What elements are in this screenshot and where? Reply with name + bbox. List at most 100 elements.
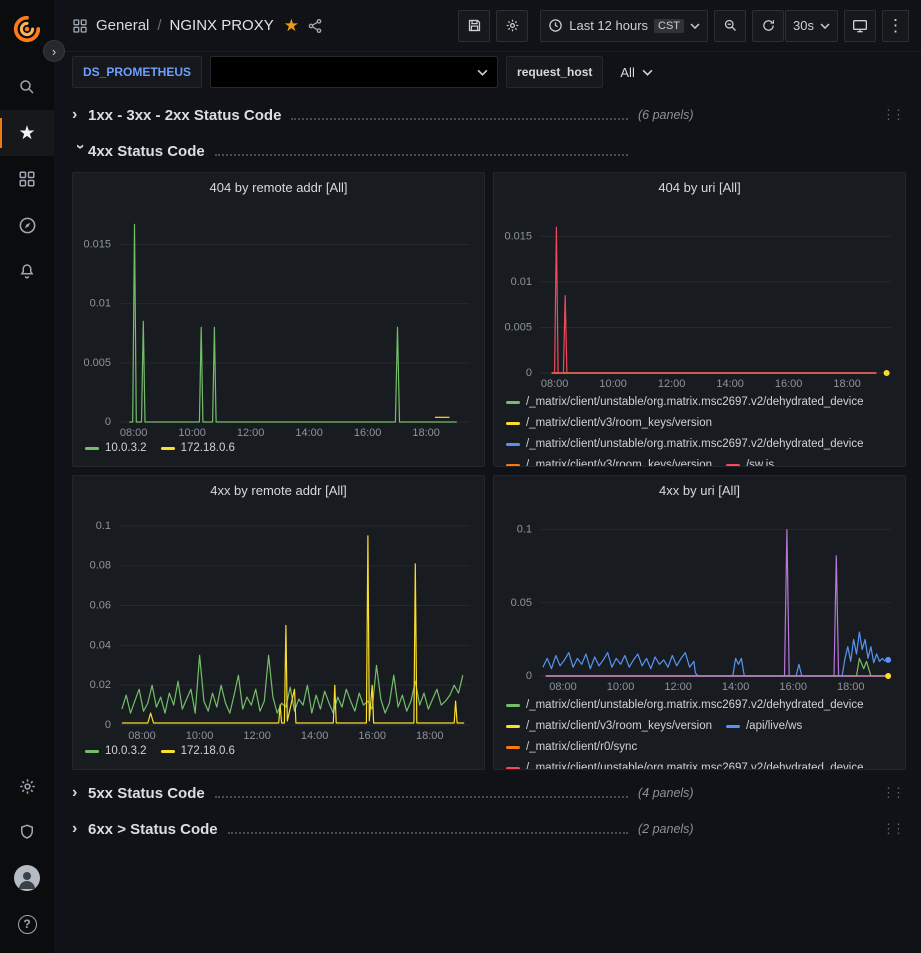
variable-label-ds-prometheus[interactable]: DS_PROMETHEUS: [72, 56, 202, 88]
time-range-picker[interactable]: Last 12 hours CST: [540, 10, 708, 42]
svg-text:08:00: 08:00: [549, 681, 577, 693]
svg-text:0.005: 0.005: [83, 357, 111, 369]
grafana-logo-icon[interactable]: [10, 12, 44, 46]
row-5xx[interactable]: › 5xx Status Code (4 panels) ⋮⋮: [72, 778, 906, 808]
chart-plot[interactable]: 00.020.040.060.080.108:0010:0012:0014:00…: [73, 504, 484, 743]
panel-title[interactable]: 404 by uri [All]: [494, 173, 905, 201]
sidebar-item-configuration[interactable]: [0, 763, 54, 809]
svg-text:0.015: 0.015: [504, 230, 532, 242]
legend-item[interactable]: /_matrix/client/v3/room_keys/version: [506, 456, 712, 466]
variable-label-request-host[interactable]: request_host: [506, 56, 603, 88]
variable-value-request-host[interactable]: All: [611, 56, 661, 88]
panel-row-2: 4xx by remote addr [All] 00.020.040.060.…: [72, 475, 906, 770]
dashboard-settings-button[interactable]: [496, 10, 528, 42]
shield-icon: [18, 823, 36, 841]
legend-item[interactable]: /sw.js: [726, 456, 774, 466]
clock-icon: [548, 18, 563, 33]
timezone-badge: CST: [654, 19, 684, 33]
svg-text:0: 0: [105, 719, 111, 731]
legend-item[interactable]: 10.0.3.2: [85, 442, 147, 454]
legend-item[interactable]: /_matrix/client/v3/room_keys/version: [506, 414, 712, 432]
gear-icon: [18, 777, 37, 796]
chart-legend: 10.0.3.2 172.18.0.6: [73, 743, 484, 769]
row-drag-handle[interactable]: ⋮⋮: [882, 785, 906, 801]
sidebar-item-search[interactable]: [0, 64, 54, 110]
svg-text:18:00: 18:00: [837, 681, 865, 693]
dashboard-title[interactable]: NGINX PROXY: [170, 17, 274, 34]
svg-text:0: 0: [105, 416, 111, 428]
legend-item[interactable]: /_matrix/client/unstable/org.matrix.msc2…: [506, 696, 864, 714]
variable-value-ds-prometheus[interactable]: [210, 56, 498, 88]
svg-text:0.04: 0.04: [90, 639, 111, 651]
favorite-star-icon[interactable]: ★: [284, 16, 299, 36]
row-panel-count: (2 panels): [638, 822, 694, 836]
svg-text:10:00: 10:00: [186, 730, 214, 742]
legend-item[interactable]: /_matrix/client/unstable/org.matrix.msc2…: [506, 393, 864, 411]
row-drag-handle[interactable]: ⋮⋮: [882, 107, 906, 123]
svg-text:18:00: 18:00: [416, 730, 444, 742]
svg-text:0.01: 0.01: [90, 298, 111, 310]
sidebar-item-starred[interactable]: ★: [0, 110, 54, 156]
dotted-leader: [228, 823, 628, 834]
sidebar-item-explore[interactable]: [0, 202, 54, 248]
row-1xx-3xx-2xx[interactable]: › 1xx - 3xx - 2xx Status Code (6 panels)…: [72, 100, 906, 130]
row-drag-handle[interactable]: ⋮⋮: [882, 821, 906, 837]
legend-item[interactable]: 172.18.0.6: [161, 745, 235, 757]
svg-text:0.015: 0.015: [83, 239, 111, 251]
sidebar-item-alerting[interactable]: [0, 248, 54, 294]
svg-text:0.005: 0.005: [504, 321, 532, 333]
row-title: 1xx - 3xx - 2xx Status Code: [88, 107, 281, 124]
tv-mode-button[interactable]: [844, 10, 876, 42]
sidebar-item-server-admin[interactable]: [0, 809, 54, 855]
legend-item[interactable]: /_matrix/client/unstable/org.matrix.msc2…: [506, 435, 864, 453]
monitor-icon: [852, 18, 868, 34]
sidebar-item-profile[interactable]: [0, 855, 54, 901]
refresh-interval-value: 30s: [793, 18, 814, 33]
legend-item[interactable]: /_matrix/client/unstable/org.matrix.msc2…: [506, 759, 864, 769]
sidebar-item-help[interactable]: ?: [0, 901, 54, 947]
topbar-actions: Last 12 hours CST: [458, 10, 909, 42]
legend-item[interactable]: /api/live/ws: [726, 717, 802, 735]
svg-text:0.1: 0.1: [96, 520, 111, 532]
row-6xx[interactable]: › 6xx > Status Code (2 panels) ⋮⋮: [72, 814, 906, 844]
panel-title[interactable]: 4xx by remote addr [All]: [73, 476, 484, 504]
chart-plot[interactable]: 00.0050.010.01508:0010:0012:0014:0016:00…: [494, 201, 905, 391]
refresh-interval-select[interactable]: 30s: [785, 10, 838, 42]
svg-text:14:00: 14:00: [716, 378, 744, 390]
refresh-button[interactable]: [752, 10, 784, 42]
chart-plot[interactable]: 00.0050.010.01508:0010:0012:0014:0016:00…: [73, 201, 484, 440]
legend-item[interactable]: 172.18.0.6: [161, 442, 235, 454]
save-icon: [467, 18, 482, 33]
zoom-out-icon: [723, 18, 738, 33]
kebab-menu-button[interactable]: ⋮: [882, 10, 909, 42]
sidebar: ★: [0, 0, 54, 953]
sidebar-expand-button[interactable]: ›: [43, 40, 65, 62]
row-panel-count: (6 panels): [638, 108, 694, 122]
svg-text:0.05: 0.05: [511, 597, 532, 609]
svg-text:12:00: 12:00: [658, 378, 686, 390]
breadcrumb-section[interactable]: General: [96, 17, 149, 34]
legend-item[interactable]: /_matrix/client/v3/room_keys/version: [506, 717, 712, 735]
panel-title[interactable]: 4xx by uri [All]: [494, 476, 905, 504]
panel-title[interactable]: 404 by remote addr [All]: [73, 173, 484, 201]
svg-text:16:00: 16:00: [779, 681, 807, 693]
share-icon[interactable]: [307, 18, 323, 34]
legend-item[interactable]: 10.0.3.2: [85, 745, 147, 757]
apps-grid-icon: [18, 170, 36, 188]
chart-plot[interactable]: 00.050.108:0010:0012:0014:0016:0018:00: [494, 504, 905, 694]
dotted-leader: [291, 109, 628, 120]
legend-item[interactable]: /_matrix/client/r0/sync: [506, 738, 637, 756]
refresh-controls: 30s: [752, 10, 838, 42]
chart-legend: /_matrix/client/unstable/org.matrix.msc2…: [494, 391, 905, 466]
sidebar-item-dashboards[interactable]: [0, 156, 54, 202]
bell-icon: [18, 262, 36, 280]
svg-text:0: 0: [526, 367, 532, 379]
save-dashboard-button[interactable]: [458, 10, 490, 42]
row-4xx[interactable]: › 4xx Status Code: [72, 136, 906, 166]
panel-404-by-remote-addr: 404 by remote addr [All] 0 0.005 0.01 0.015…: [72, 172, 485, 467]
svg-text:08:00: 08:00: [541, 378, 569, 390]
row-title: 4xx Status Code: [88, 143, 205, 160]
chevron-right-icon: ›: [72, 107, 88, 123]
variables-submenu: DS_PROMETHEUS request_host All: [54, 52, 921, 92]
zoom-out-button[interactable]: [714, 10, 746, 42]
